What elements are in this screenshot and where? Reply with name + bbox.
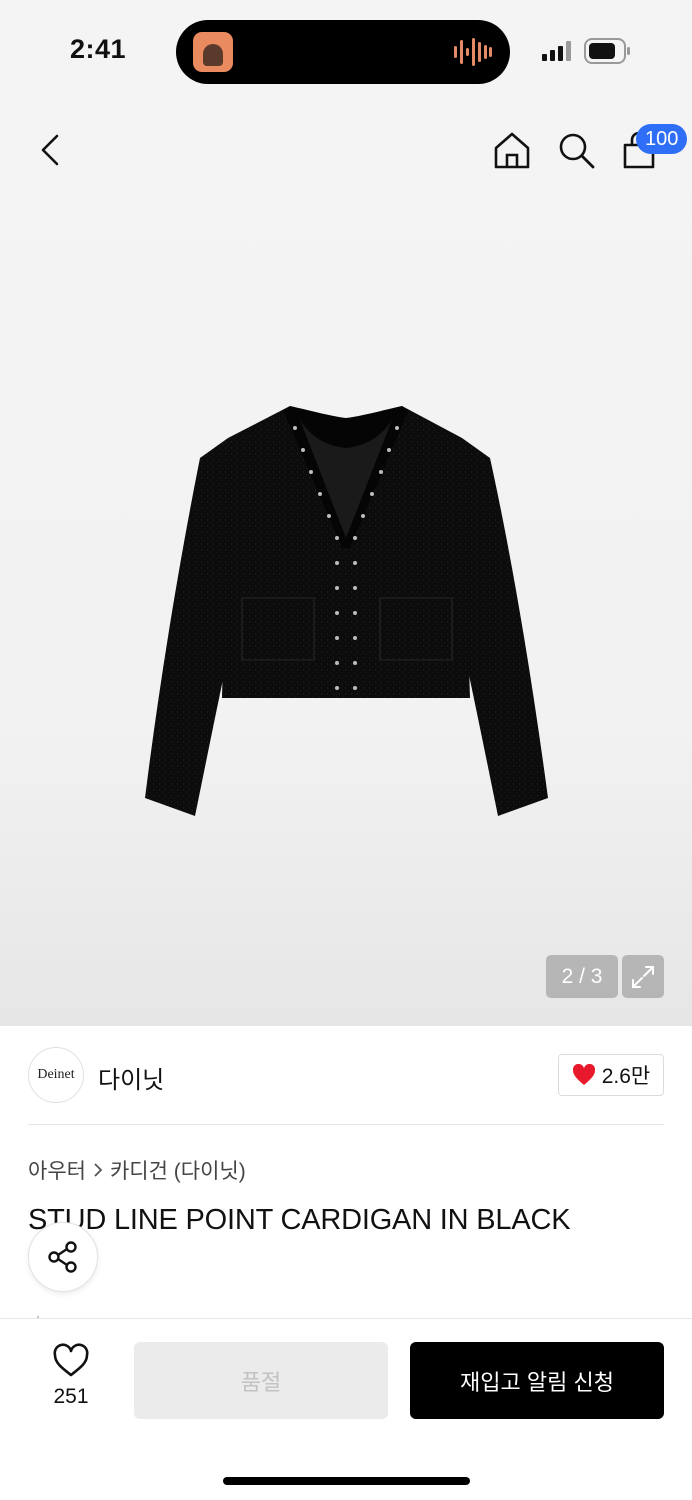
brand-logo-text: Deinet (37, 1067, 75, 1082)
audio-wave-icon (454, 38, 492, 66)
cellular-signal-icon (542, 41, 571, 61)
breadcrumb: 아우터 카디건 (다이닛) (28, 1155, 246, 1185)
product-title: STUD LINE POINT CARDIGAN IN BLACK (28, 1204, 571, 1236)
battery-icon (584, 38, 630, 64)
home-indicator[interactable] (223, 1477, 470, 1485)
restock-alert-button[interactable]: 재입고 알림 신청 (410, 1342, 664, 1419)
share-button[interactable] (28, 1222, 98, 1292)
dynamic-island[interactable] (176, 20, 510, 84)
product-image[interactable] (140, 398, 552, 820)
heart-outline-icon (53, 1343, 89, 1377)
divider (28, 1124, 664, 1125)
breadcrumb-subcategory[interactable]: 카디건 (다이닛) (110, 1155, 246, 1185)
brand-name[interactable]: 다이닛 (98, 1060, 164, 1095)
chevron-left-icon (41, 134, 59, 166)
cart-count-badge: 100 (636, 124, 688, 154)
search-button[interactable] (554, 128, 598, 172)
status-time: 2:41 (70, 34, 127, 64)
share-icon (48, 1241, 77, 1273)
heart-filled-icon (572, 1064, 595, 1085)
wishlist-button[interactable]: 251 (40, 1343, 102, 1409)
breadcrumb-category[interactable]: 아우터 (28, 1155, 86, 1185)
home-button[interactable] (490, 128, 534, 172)
home-icon (494, 132, 530, 169)
now-playing-thumbnail (193, 32, 233, 72)
expand-image-button[interactable] (622, 955, 664, 998)
brand-like-button[interactable]: 2.6만 (558, 1054, 664, 1096)
search-icon (559, 133, 595, 169)
brand-like-count: 2.6만 (601, 1065, 651, 1088)
wishlist-count: 251 (53, 1385, 89, 1408)
expand-icon (632, 965, 654, 988)
chevron-right-icon (94, 1163, 103, 1177)
bottom-action-bar: 251 품절 재입고 알림 신청 (0, 1318, 692, 1500)
image-pager: 2 / 3 (546, 955, 618, 998)
back-button[interactable] (30, 128, 70, 172)
product-gallery[interactable]: 2:41 100 2 / 3 (0, 0, 692, 1026)
soldout-button: 품절 (134, 1342, 388, 1419)
brand-logo[interactable]: Deinet (28, 1047, 84, 1103)
